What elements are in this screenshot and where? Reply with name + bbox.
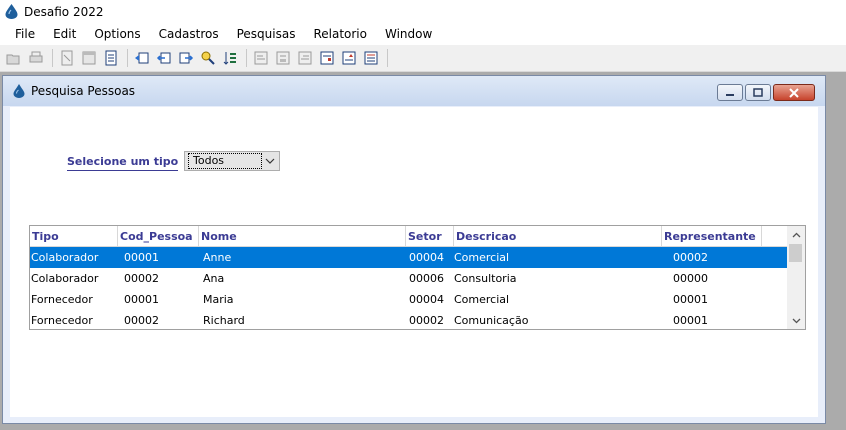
cell-representante: 00000 xyxy=(673,272,708,285)
pesquisa-pessoas-window: Pesquisa Pessoas Selecione um tipo Todos xyxy=(2,75,826,424)
column-header-representante[interactable]: Representante xyxy=(662,226,762,247)
minimize-button[interactable] xyxy=(717,84,743,101)
cell-cod-pessoa: 00001 xyxy=(124,293,159,306)
toolbar xyxy=(0,45,846,72)
window-title: Pesquisa Pessoas xyxy=(31,84,136,98)
cell-descricao: Comunicação xyxy=(454,314,529,327)
cell-setor: 00006 xyxy=(409,272,444,285)
cell-tipo: Colaborador xyxy=(31,251,99,264)
cell-setor: 00002 xyxy=(409,314,444,327)
cell-tipo: Colaborador xyxy=(31,272,99,285)
align-center-icon[interactable] xyxy=(273,48,293,68)
menu-cadastros[interactable]: Cadastros xyxy=(150,23,228,45)
toolbar-separator xyxy=(387,49,388,67)
table-row[interactable]: Fornecedor 00002 Richard 00002 Comunicaç… xyxy=(30,310,787,329)
preview-icon[interactable] xyxy=(57,48,77,68)
cell-nome: Anne xyxy=(203,251,232,264)
maximize-icon xyxy=(753,88,763,97)
column-header-descricao[interactable]: Descricao xyxy=(454,226,662,247)
chevron-down-icon xyxy=(265,158,275,164)
menu-edit[interactable]: Edit xyxy=(44,23,85,45)
column-header-nome[interactable]: Nome xyxy=(199,226,406,247)
close-button[interactable] xyxy=(773,84,815,101)
menu-pesquisas[interactable]: Pesquisas xyxy=(228,23,305,45)
menu-options[interactable]: Options xyxy=(85,23,149,45)
window-client-area: Selecione um tipo Todos Tipo Cod_Pessoa … xyxy=(10,107,818,417)
column-header-tipo[interactable]: Tipo xyxy=(30,226,118,247)
cell-cod-pessoa: 00002 xyxy=(124,314,159,327)
menu-relatorio[interactable]: Relatorio xyxy=(304,23,376,45)
cell-tipo: Fornecedor xyxy=(31,314,93,327)
scroll-thumb[interactable] xyxy=(789,244,802,262)
cell-cod-pessoa: 00001 xyxy=(124,251,159,264)
cell-representante: 00002 xyxy=(673,251,708,264)
tipo-select-value: Todos xyxy=(188,153,262,169)
window-drop-icon xyxy=(13,84,25,98)
form-icon[interactable] xyxy=(317,48,337,68)
table-row[interactable]: Fornecedor 00001 Maria 00004 Comercial 0… xyxy=(30,289,787,310)
align-right-icon[interactable] xyxy=(295,48,315,68)
toolbar-separator xyxy=(52,49,53,67)
sort-icon[interactable] xyxy=(220,48,240,68)
cell-nome: Maria xyxy=(203,293,234,306)
scroll-up-button[interactable] xyxy=(787,226,805,243)
toolbar-separator xyxy=(127,49,128,67)
chevron-down-icon xyxy=(792,318,800,323)
label-selecione-tipo: Selecione um tipo xyxy=(67,155,179,171)
cell-tipo: Fornecedor xyxy=(31,293,93,306)
maximize-button[interactable] xyxy=(745,84,771,101)
cell-descricao: Consultoria xyxy=(454,272,517,285)
next-record-icon[interactable] xyxy=(176,48,196,68)
filter-icon[interactable] xyxy=(339,48,359,68)
print-icon[interactable] xyxy=(26,48,46,68)
cell-descricao: Comercial xyxy=(454,251,510,264)
menubar: File Edit Options Cadastros Pesquisas Re… xyxy=(0,23,846,45)
app-drop-icon xyxy=(5,4,18,19)
grid-rows: Colaborador 00001 Anne 00004 Comercial 0… xyxy=(30,247,787,329)
prev-record-icon[interactable] xyxy=(154,48,174,68)
chevron-up-icon xyxy=(792,232,800,237)
table-row[interactable]: Colaborador 00001 Anne 00004 Comercial 0… xyxy=(30,247,787,268)
cell-nome: Ana xyxy=(203,272,225,285)
scroll-down-button[interactable] xyxy=(787,312,805,329)
report-icon[interactable] xyxy=(361,48,381,68)
grid-vertical-scrollbar[interactable] xyxy=(787,226,805,329)
grid-header: Tipo Cod_Pessoa Nome Setor Descricao Rep… xyxy=(30,226,787,247)
window-controls xyxy=(715,84,815,101)
column-header-cod-pessoa[interactable]: Cod_Pessoa xyxy=(118,226,199,247)
cell-descricao: Comercial xyxy=(454,293,510,306)
tipo-select[interactable]: Todos xyxy=(184,151,280,171)
app-titlebar: Desafio 2022 xyxy=(0,0,846,23)
cell-setor: 00004 xyxy=(409,251,444,264)
open-icon[interactable] xyxy=(4,48,24,68)
cell-representante: 00001 xyxy=(673,293,708,306)
cell-nome: Richard xyxy=(203,314,245,327)
page-icon[interactable] xyxy=(79,48,99,68)
column-header-setor[interactable]: Setor xyxy=(406,226,454,247)
menu-file[interactable]: File xyxy=(6,23,44,45)
document-icon[interactable] xyxy=(101,48,121,68)
menu-window[interactable]: Window xyxy=(376,23,441,45)
cell-representante: 00001 xyxy=(673,314,708,327)
table-row[interactable]: Colaborador 00002 Ana 00006 Consultoria … xyxy=(30,268,787,289)
close-icon xyxy=(789,87,799,98)
child-titlebar[interactable]: Pesquisa Pessoas xyxy=(3,76,825,106)
mdi-workspace: Pesquisa Pessoas Selecione um tipo Todos xyxy=(0,72,846,430)
cell-setor: 00004 xyxy=(409,293,444,306)
app-title: Desafio 2022 xyxy=(24,4,104,19)
first-record-icon[interactable] xyxy=(132,48,152,68)
cell-cod-pessoa: 00002 xyxy=(124,272,159,285)
pessoas-grid[interactable]: Tipo Cod_Pessoa Nome Setor Descricao Rep… xyxy=(29,225,806,330)
find-icon[interactable] xyxy=(198,48,218,68)
toolbar-separator xyxy=(246,49,247,67)
minimize-icon xyxy=(726,93,734,96)
align-left-icon[interactable] xyxy=(251,48,271,68)
